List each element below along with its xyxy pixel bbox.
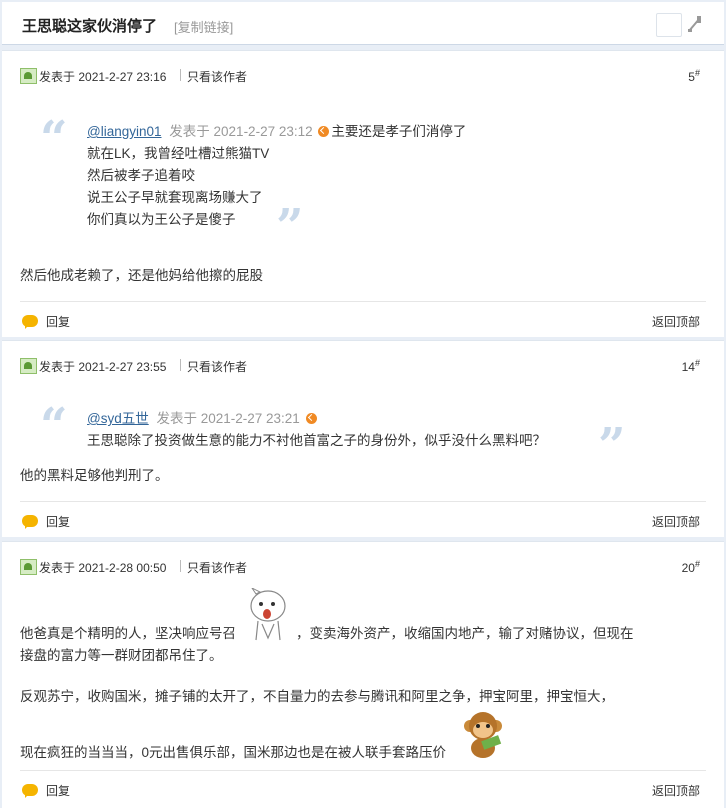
quoted-user-link[interactable]: @syd五世: [87, 411, 149, 426]
thread-header: 王思聪这家伙消停了 [复制链接]: [2, 2, 724, 45]
reply-bubble-icon: [22, 784, 38, 798]
open-quote-icon: “: [40, 111, 68, 167]
quote-line: 王思聪除了投资做生意的能力不衬他首富之子的身份外，似乎没什么黑料吧？: [87, 433, 546, 448]
reply-bubble-icon: [22, 515, 38, 529]
post-content: 他的黑料足够他判刑了。: [20, 468, 169, 483]
back-to-top-link[interactable]: 返回顶部: [652, 513, 700, 530]
floor-number[interactable]: 14#: [682, 358, 700, 374]
posted-label: 发表于: [39, 360, 76, 374]
quote-meta: 发表于 2021-2-27 23:12: [169, 124, 313, 139]
checkbox-button[interactable]: [656, 13, 682, 37]
post-content: 现在疯狂的当当当，0元出售俱乐部，国米那边也是在被人联手套路压价: [20, 745, 447, 760]
quote-line: 主要还是孝子们消停了: [331, 124, 467, 139]
close-quote-icon: ”: [276, 199, 304, 255]
avatar-icon: [20, 358, 37, 374]
back-to-top-link[interactable]: 返回顶部: [652, 313, 700, 330]
only-author-link[interactable]: 只看该作者: [187, 559, 247, 576]
divider: [20, 501, 706, 502]
post-floor-5: 发表于 2021-2-27 23:16 只看该作者 5# “ @liangyin…: [2, 50, 724, 337]
open-quote-icon: “: [40, 398, 68, 454]
reply-arrow-icon[interactable]: [305, 413, 317, 424]
posted-label: 发表于: [39, 70, 76, 84]
avatar-icon: [20, 559, 37, 575]
quote-line: 就在LK，我曾经吐槽过熊猫TV: [87, 146, 270, 161]
post-content: 然后他成老赖了，还是他妈给他擦的屁股: [20, 268, 263, 283]
post-content: 他爸真是个精明的人，坚决响应号召 ，变卖海外资产，收缩国内地产，输了对赌协议，但现…: [20, 626, 634, 663]
forum-thread-page: 王思聪这家伙消停了 [复制链接] 发表于 2021-2-27 23:16 只看该…: [0, 0, 726, 808]
divider: [180, 69, 181, 81]
divider: [180, 359, 181, 371]
reply-bubble-icon: [22, 315, 38, 329]
post-date: 2021-2-27 23:55: [78, 360, 167, 374]
slide-toggle-icon[interactable]: [686, 14, 704, 34]
posted-label: 发表于: [39, 561, 76, 575]
avatar-icon: [20, 68, 37, 84]
post-floor-14: 发表于 2021-2-27 23:55 只看该作者 14# “ @syd五世 发…: [2, 340, 724, 537]
copy-link[interactable]: [复制链接]: [174, 17, 233, 36]
surprised-rabbit-emoji: [250, 588, 286, 641]
divider: [20, 301, 706, 302]
reply-arrow-icon[interactable]: [318, 126, 330, 137]
quoted-user-link[interactable]: @liangyin01: [87, 124, 162, 139]
close-quote-icon: ”: [598, 418, 626, 474]
divider: [20, 770, 706, 771]
only-author-link[interactable]: 只看该作者: [187, 358, 247, 375]
quote-meta: 发表于 2021-2-27 23:21: [156, 411, 300, 426]
post-floor-20: 发表于 2021-2-28 00:50 只看该作者 20# 他爸真是个精明的人，…: [2, 541, 724, 808]
post-date: 2021-2-28 00:50: [78, 561, 167, 575]
thread-title: 王思聪这家伙消停了: [22, 18, 158, 35]
floor-number[interactable]: 20#: [682, 559, 700, 575]
post-content: 反观苏宁，收购国米，摊子铺的太开了，不自量力的去参与腾讯和阿里之争，押宝阿里，押…: [20, 689, 614, 704]
back-to-top-link[interactable]: 返回顶部: [652, 782, 700, 799]
post-date: 2021-2-27 23:16: [78, 70, 167, 84]
floor-number[interactable]: 5#: [688, 68, 700, 84]
monkey-money-emoji: [464, 712, 502, 758]
only-author-link[interactable]: 只看该作者: [187, 68, 247, 85]
divider: [180, 560, 181, 572]
quote-line: 然后被孝子追着咬: [87, 168, 195, 183]
